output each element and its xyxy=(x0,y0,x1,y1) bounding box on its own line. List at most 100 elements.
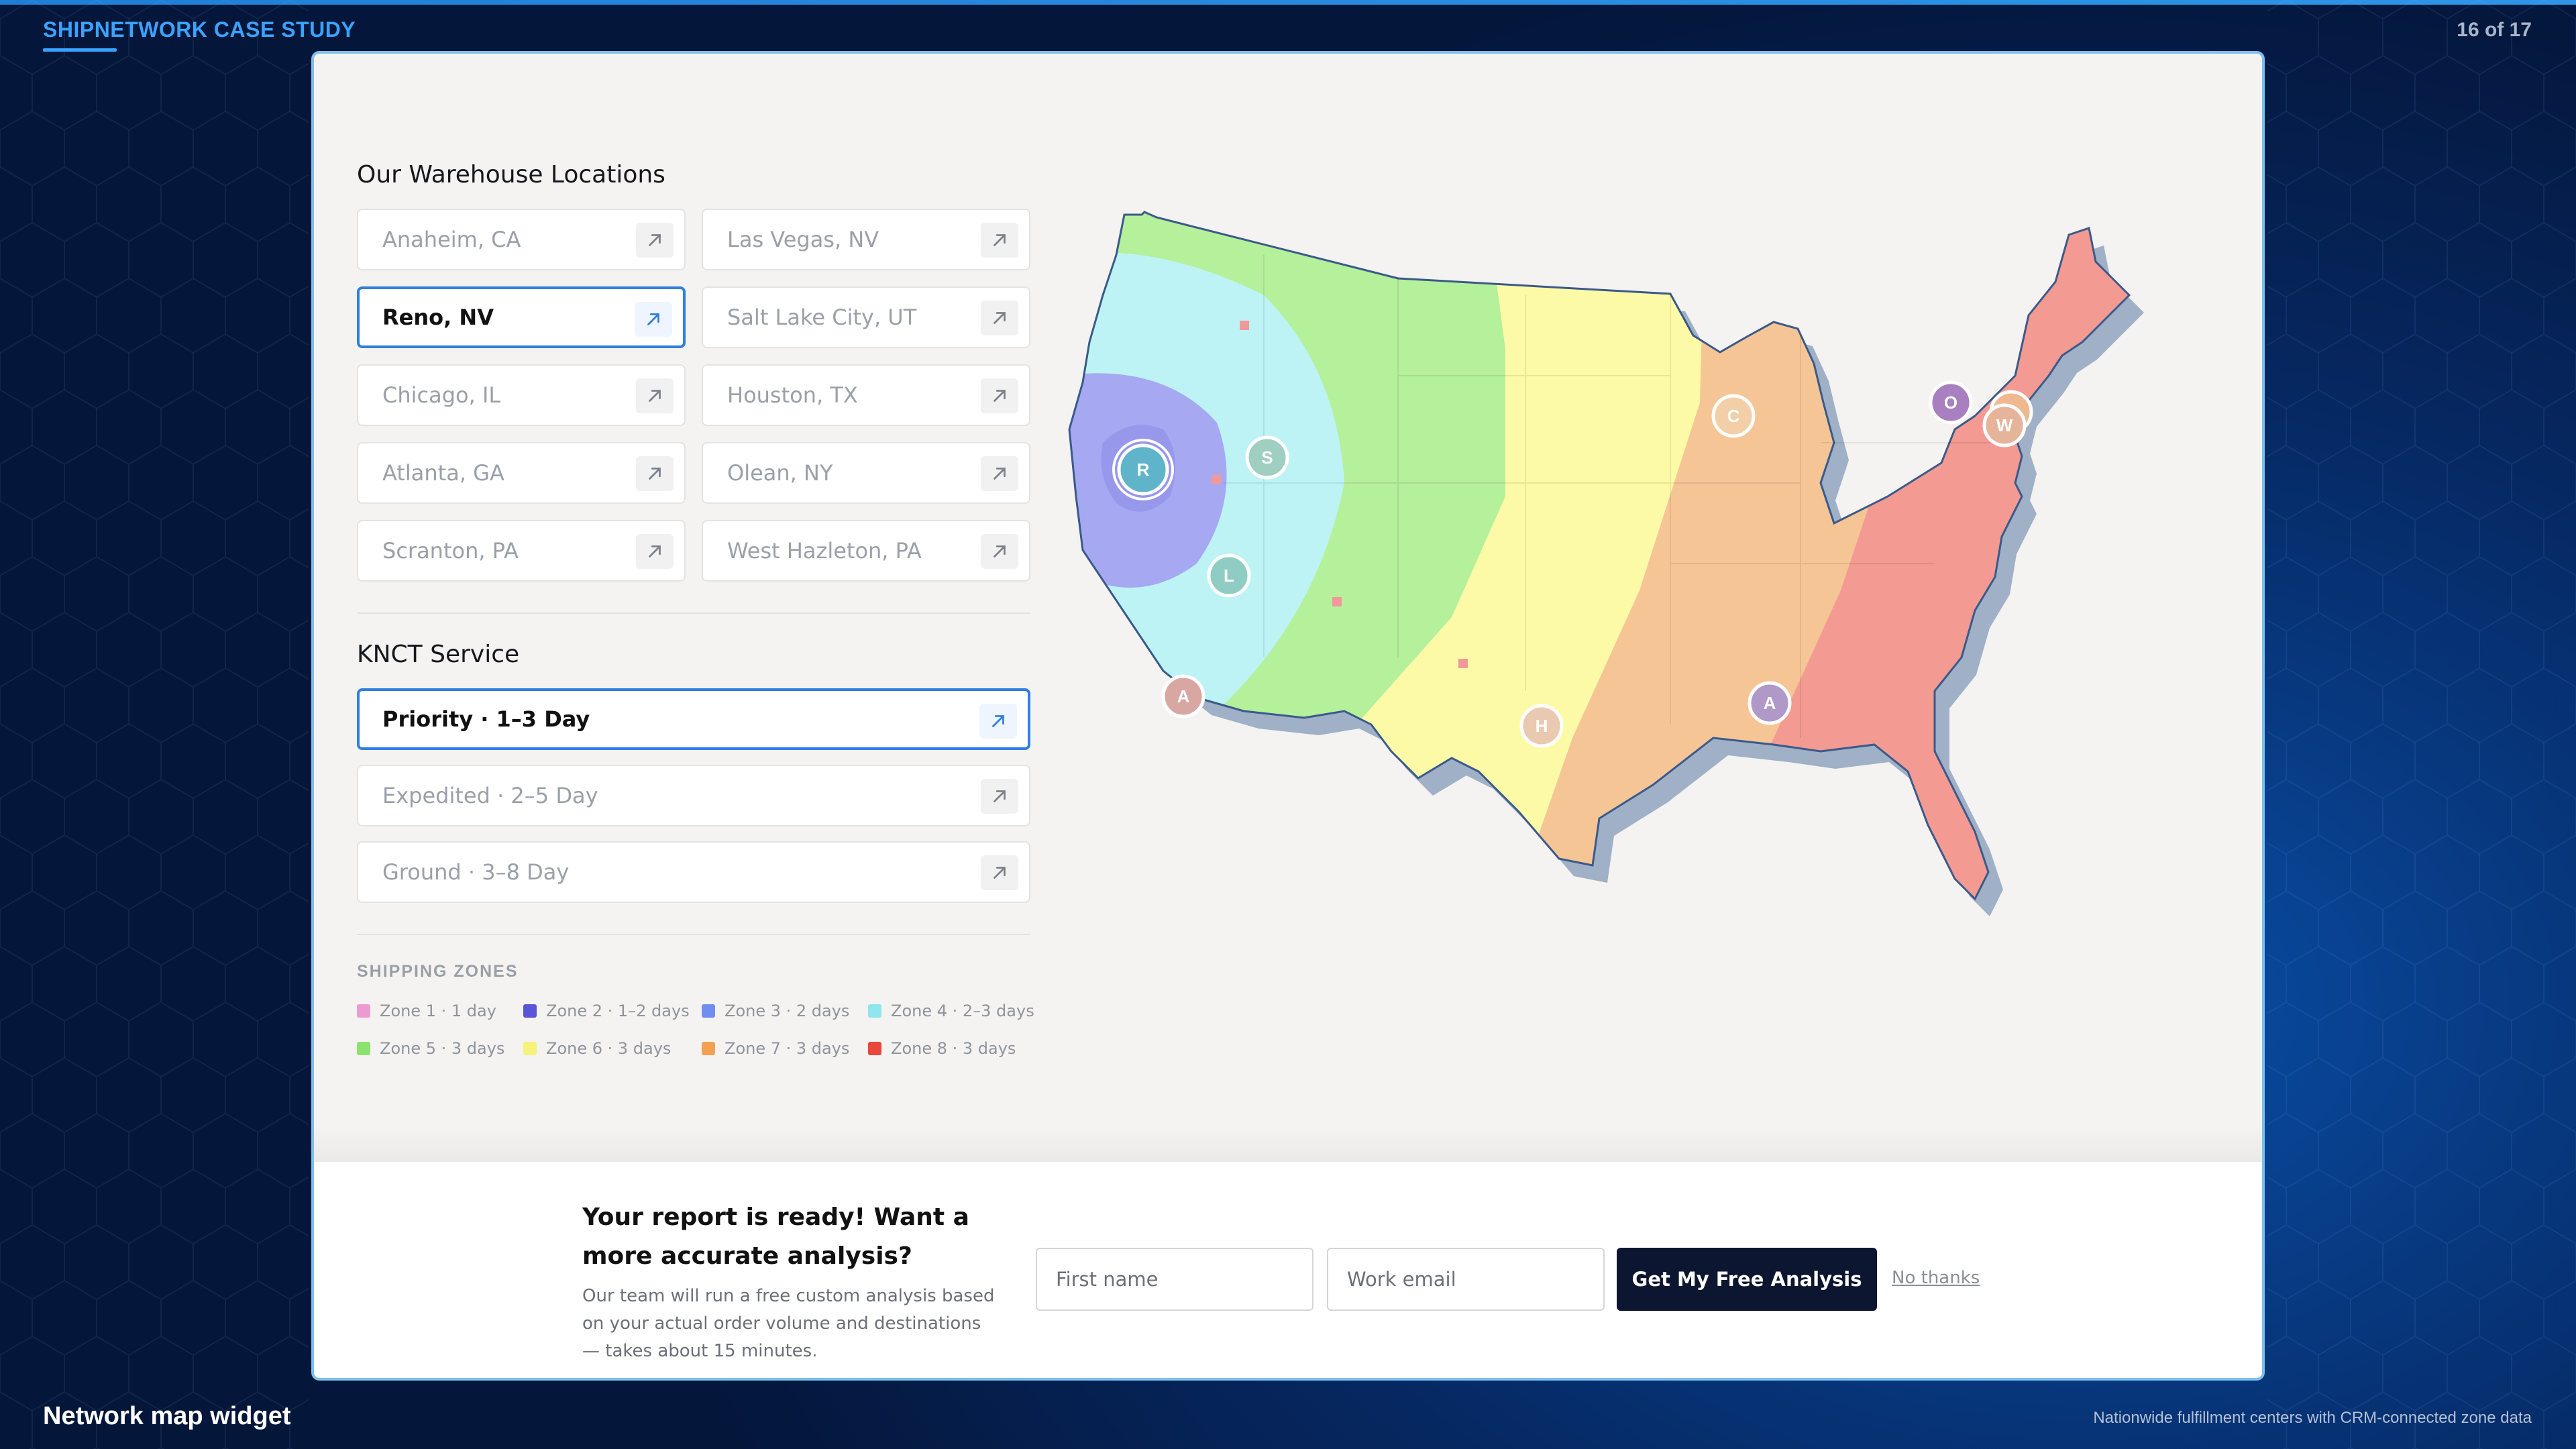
warehouse-houston-tx-label: Houston, TX xyxy=(727,382,858,408)
warehouse-west-hazleton-pa[interactable]: West Hazleton, PA xyxy=(702,520,1030,582)
warehouse-marker-r[interactable]: R xyxy=(1112,439,1174,500)
warehouse-marker-w[interactable]: W xyxy=(1982,403,2027,447)
warehouse-scranton-pa[interactable]: Scranton, PA xyxy=(357,520,686,582)
zone-legend-label: Zone 7 · 3 days xyxy=(724,1039,850,1058)
get-analysis-button[interactable]: Get My Free Analysis xyxy=(1617,1248,1877,1311)
warehouse-atlanta-ga[interactable]: Atlanta, GA xyxy=(357,442,686,504)
warehouse-olean-ny-open-button[interactable] xyxy=(981,456,1018,491)
warehouse-las-vegas-nv-label: Las Vegas, NV xyxy=(727,227,879,252)
marker-letter: C xyxy=(1727,406,1740,426)
warehouse-list: Anaheim, CA Las Vegas, NV Reno, NV Salt Lak… xyxy=(357,209,1030,582)
zone-swatch xyxy=(702,1042,715,1055)
external-arrow-icon xyxy=(992,715,1004,727)
external-arrow-icon xyxy=(647,313,659,325)
warehouse-olean-ny[interactable]: Olean, NY xyxy=(702,442,1030,504)
zone-legend-item: Zone 2 · 1–2 days xyxy=(523,1002,702,1020)
slide-caption: Network map widget xyxy=(43,1402,291,1430)
warehouse-reno-nv-label: Reno, NV xyxy=(382,305,494,330)
warehouse-reno-nv[interactable]: Reno, NV xyxy=(357,286,686,348)
cta-separator xyxy=(314,1127,2262,1161)
warehouse-scranton-pa-label: Scranton, PA xyxy=(382,538,519,564)
external-arrow-icon xyxy=(994,390,1006,402)
zone-swatch xyxy=(523,1004,537,1018)
no-thanks-link[interactable]: No thanks xyxy=(1892,1268,1980,1288)
warehouse-anaheim-ca-open-button[interactable] xyxy=(636,223,674,258)
service-expedited[interactable]: Expedited · 2–5 Day xyxy=(357,765,1030,826)
warehouse-salt-lake-city-ut-label: Salt Lake City, UT xyxy=(727,305,917,330)
marker-letter: H xyxy=(1536,716,1548,736)
service-list: Priority · 1–3 Day Expedited · 2–5 Day Gro… xyxy=(357,688,1030,903)
service-priority[interactable]: Priority · 1–3 Day xyxy=(357,688,1030,750)
cta-headline: Your report is ready! Want a more accura… xyxy=(582,1203,969,1270)
zone-swatch xyxy=(868,1042,881,1055)
marker-letter: R xyxy=(1137,460,1150,480)
warehouse-section-title: Our Warehouse Locations xyxy=(357,161,665,189)
zone-legend-item: Zone 5 · 3 days xyxy=(357,1039,523,1058)
service-priority-open-button[interactable] xyxy=(979,704,1017,739)
warehouse-chicago-il-label: Chicago, IL xyxy=(382,382,501,408)
warehouse-west-hazleton-pa-open-button[interactable] xyxy=(981,534,1018,569)
warehouse-marker-h[interactable]: H xyxy=(1519,704,1564,748)
warehouse-reno-nv-open-button[interactable] xyxy=(635,302,672,337)
zone-legend-label: Zone 4 · 2–3 days xyxy=(891,1002,1034,1020)
deck-title: SHIPNETWORK CASE STUDY xyxy=(43,17,356,42)
zone-swatch xyxy=(702,1004,715,1018)
zone-swatch xyxy=(523,1042,537,1055)
external-arrow-icon xyxy=(649,468,661,480)
first-name-input[interactable] xyxy=(1036,1248,1313,1311)
marker-letter: S xyxy=(1261,447,1273,468)
service-priority-label: Priority · 1–3 Day xyxy=(382,706,590,732)
warehouse-marker-a[interactable]: A xyxy=(1748,681,1792,725)
zone-legend-label: Zone 3 · 2 days xyxy=(724,1002,850,1020)
marker-letter: W xyxy=(1996,415,2013,435)
service-ground[interactable]: Ground · 3–8 Day xyxy=(357,841,1030,903)
external-arrow-icon xyxy=(994,468,1006,480)
external-arrow-icon xyxy=(649,545,661,557)
zone-swatch xyxy=(357,1042,370,1055)
warehouse-marker-l[interactable]: L xyxy=(1207,553,1251,598)
warehouse-houston-tx[interactable]: Houston, TX xyxy=(702,364,1030,426)
warehouse-las-vegas-nv[interactable]: Las Vegas, NV xyxy=(702,209,1030,270)
warehouse-anaheim-ca[interactable]: Anaheim, CA xyxy=(357,209,686,270)
warehouse-marker-s[interactable]: S xyxy=(1245,435,1289,480)
marker-letter: A xyxy=(1177,686,1190,706)
service-expedited-open-button[interactable] xyxy=(981,779,1018,814)
cta-description: Our team will run a free custom analysis… xyxy=(582,1286,995,1361)
zone-swatch xyxy=(357,1004,370,1018)
warehouse-atlanta-ga-open-button[interactable] xyxy=(636,456,674,491)
zone-legend-label: Zone 1 · 1 day xyxy=(380,1002,496,1020)
zone-swatch xyxy=(868,1004,881,1018)
warehouse-marker-a[interactable]: A xyxy=(1161,674,1205,718)
warehouse-las-vegas-nv-open-button[interactable] xyxy=(981,223,1018,258)
warehouse-marker-c[interactable]: C xyxy=(1711,394,1756,438)
marker-letter: O xyxy=(1944,392,1957,413)
divider xyxy=(357,612,1030,614)
warehouse-scranton-pa-open-button[interactable] xyxy=(636,534,674,569)
divider xyxy=(357,934,1030,935)
warehouse-chicago-il-open-button[interactable] xyxy=(636,378,674,413)
warehouse-salt-lake-city-ut[interactable]: Salt Lake City, UT xyxy=(702,286,1030,348)
zone-legend: Zone 1 · 1 day Zone 2 · 1–2 days Zone 3 · … xyxy=(357,1002,1034,1058)
warehouse-olean-ny-label: Olean, NY xyxy=(727,460,833,486)
page-number: 16 of 17 xyxy=(2457,19,2532,41)
external-arrow-icon xyxy=(994,790,1006,802)
zone-legend-label: Zone 8 · 3 days xyxy=(891,1039,1016,1058)
work-email-input[interactable] xyxy=(1327,1248,1605,1311)
network-map-widget: Our Warehouse Locations Anaheim, CA Las V… xyxy=(311,51,2265,1381)
warehouse-salt-lake-city-ut-open-button[interactable] xyxy=(981,301,1018,335)
zone-legend-item: Zone 4 · 2–3 days xyxy=(868,1002,1036,1020)
zones-title: SHIPPING ZONES xyxy=(357,962,519,981)
warehouse-houston-tx-open-button[interactable] xyxy=(981,378,1018,413)
service-ground-open-button[interactable] xyxy=(981,855,1018,890)
warehouse-marker-o[interactable]: O xyxy=(1929,380,1973,425)
zone-legend-item: Zone 8 · 3 days xyxy=(868,1039,1036,1058)
zone-legend-label: Zone 5 · 3 days xyxy=(380,1039,505,1058)
marker-letter: A xyxy=(1764,693,1776,713)
external-arrow-icon xyxy=(649,390,661,402)
warehouse-chicago-il[interactable]: Chicago, IL xyxy=(357,364,686,426)
service-expedited-label: Expedited · 2–5 Day xyxy=(382,783,598,808)
zone-legend-label: Zone 6 · 3 days xyxy=(546,1039,672,1058)
us-zone-map[interactable]: RSLAHCAOSW xyxy=(1063,148,2250,1006)
deck-title-underline xyxy=(43,48,117,52)
zone-legend-item: Zone 1 · 1 day xyxy=(357,1002,523,1020)
